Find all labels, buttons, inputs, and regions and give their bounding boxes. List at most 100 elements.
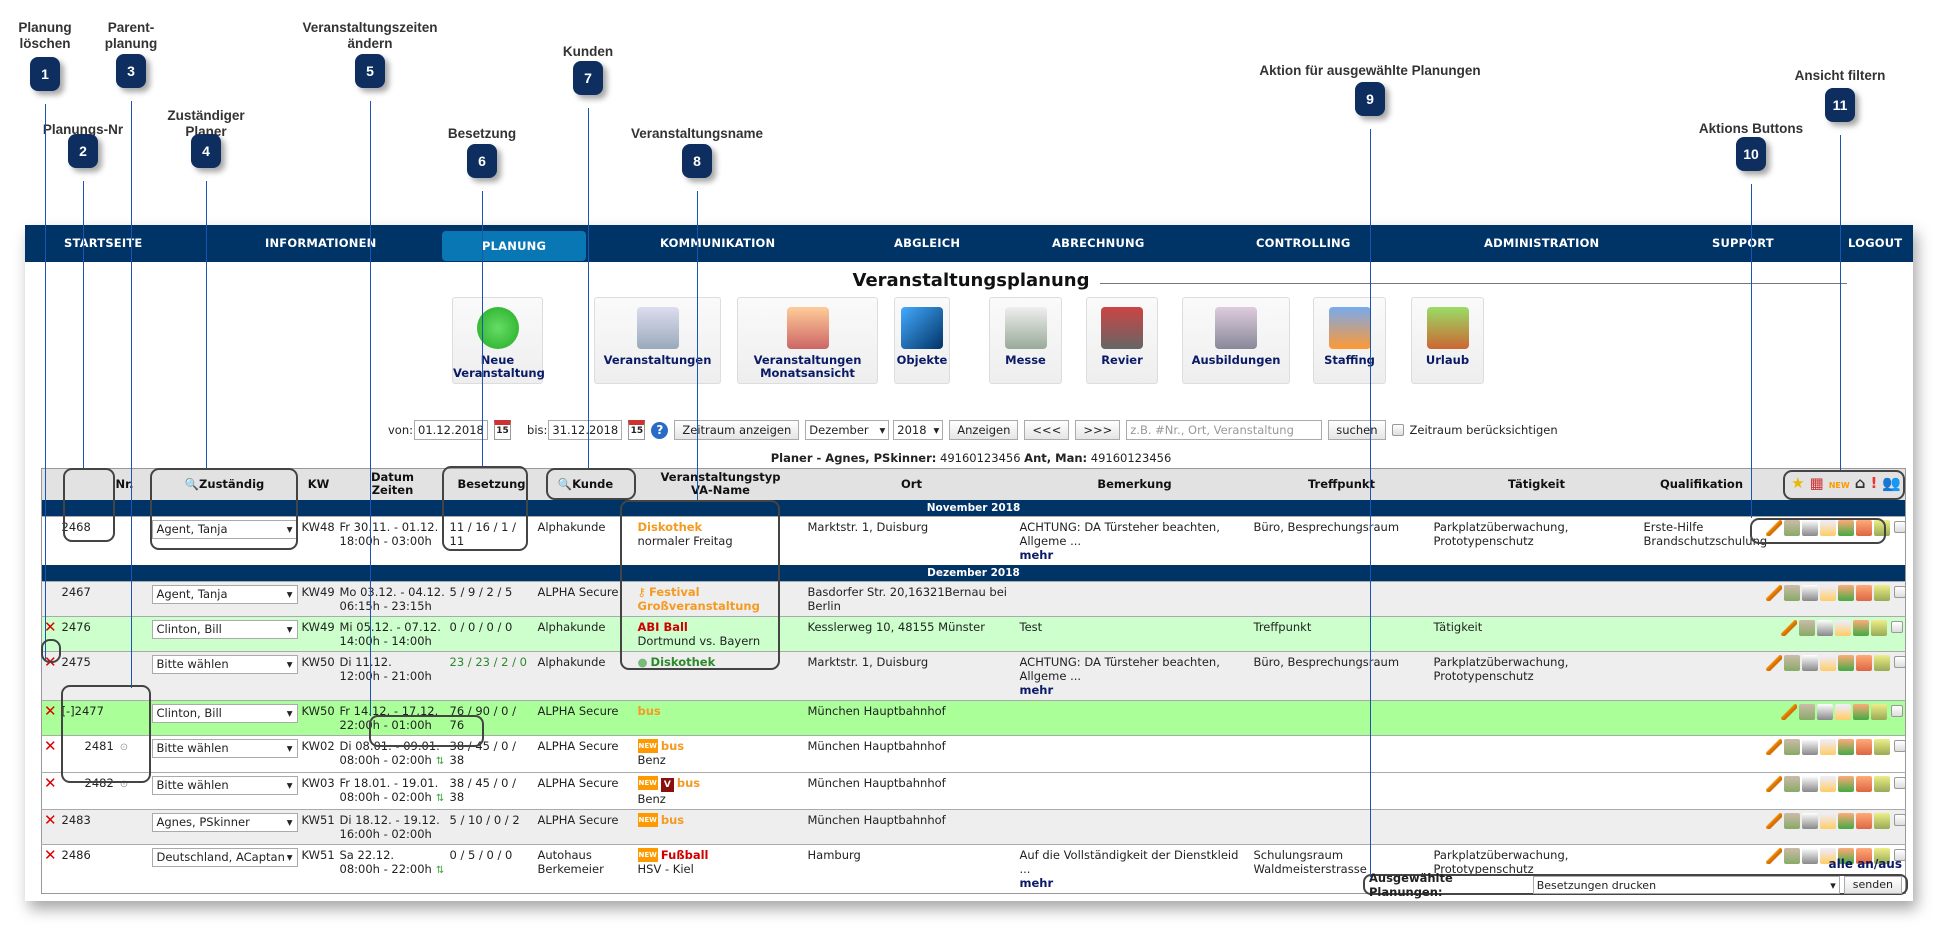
date-range[interactable]: Mo 03.12. - 04.12. [340,585,446,599]
row-select-checkbox[interactable] [1891,621,1903,633]
time-range[interactable]: 06:15h - 23:15h [340,599,446,613]
va-type[interactable]: ABI Ball [638,620,804,634]
star-icon[interactable]: ★ [1791,474,1804,492]
row-select-checkbox[interactable] [1891,705,1903,717]
tile-table[interactable]: Messe [989,297,1062,384]
planner-select[interactable]: Agent, Tanja ▾ [151,519,298,539]
va-type[interactable]: ⚷ Festival Großveranstaltung [638,585,804,613]
edit-icon[interactable] [1765,812,1782,829]
tile-house-tree[interactable]: Urlaub [1411,297,1484,384]
va-type[interactable]: bus [638,704,804,718]
nav-informationen[interactable]: INFORMATIONEN [265,236,376,250]
tile-book[interactable]: Ausbildungen [1182,297,1290,384]
calendar-icon[interactable]: 15 [494,420,512,440]
transfer-icon[interactable] [1783,738,1800,755]
sync-icon[interactable]: ⇅ [436,865,444,876]
nav-abgleich[interactable]: ABGLEICH [894,236,960,250]
time-range[interactable]: 22:00h - 01:00h [340,718,446,732]
prev-button[interactable]: <<< [1024,420,1070,440]
va-type[interactable]: Diskothek [638,520,804,534]
header-nr[interactable]: Nr. [59,468,150,500]
edit-icon[interactable] [1765,738,1782,755]
user-remove-icon[interactable] [1855,584,1872,601]
map-icon[interactable] [1873,775,1890,792]
chevron-down-icon[interactable]: ⊙ [120,742,128,753]
edit-icon[interactable] [1781,703,1797,720]
header-kunde[interactable]: 🔍Kunde [535,468,636,500]
va-type[interactable]: NEW Vbus [637,775,804,792]
search-icon[interactable]: 🔍 [185,477,199,491]
delete-icon[interactable]: ✕ [44,846,57,864]
tile-plus-circle[interactable]: Neue Veranstaltung [452,297,545,384]
time-range[interactable]: 14:00h - 14:00h [340,634,446,648]
edit-icon[interactable] [1765,584,1782,601]
info-icon[interactable] [1801,584,1818,601]
transfer-icon[interactable] [1783,654,1800,671]
document-icon[interactable] [1819,519,1836,536]
nav-support[interactable]: SUPPORT [1712,236,1774,250]
calendar-icon[interactable]: ▦ [1810,474,1824,492]
info-icon[interactable] [1801,775,1818,792]
planner-select[interactable]: Agent, Tanja ▾ [151,584,298,604]
toggle-all-link[interactable]: alle an/aus [1829,857,1902,871]
year-select[interactable]: 2018 ▾ [893,420,944,440]
zeitraum-checkbox[interactable] [1391,424,1404,436]
mehr-link[interactable]: mehr [1020,548,1250,562]
chevron-up-icon[interactable]: ⊙ [120,779,128,790]
planner-select[interactable]: Clinton, Bill ▾ [151,703,298,723]
nav-planung[interactable]: PLANUNG [442,231,587,261]
transfer-icon[interactable] [1783,775,1800,792]
mehr-link[interactable]: mehr [1020,876,1250,890]
edit-icon[interactable] [1765,654,1782,671]
time-range[interactable]: 12:00h - 21:00h [340,669,446,683]
transfer-icon[interactable] [1799,703,1815,720]
va-type[interactable]: NEW bus [637,738,804,753]
planning-nr[interactable]: [-]2477 [62,704,104,718]
user-add-icon[interactable] [1837,812,1854,829]
transfer-icon[interactable] [1799,619,1815,636]
map-icon[interactable] [1873,584,1890,601]
delete-icon[interactable]: ✕ [44,702,57,720]
delete-icon[interactable]: ✕ [44,774,57,792]
nav-controlling[interactable]: CONTROLLING [1256,236,1351,250]
row-select-checkbox[interactable] [1893,777,1906,789]
send-button[interactable]: senden [1843,875,1902,894]
sync-icon[interactable]: ⇅ [436,756,444,767]
planner-select[interactable]: Bitte wählen ▾ [151,738,298,758]
info-icon[interactable] [1817,703,1833,720]
tile-cube[interactable]: Objekte [894,297,950,384]
search-button[interactable]: suchen [1328,420,1386,440]
new-icon[interactable]: NEW [1829,481,1850,490]
date-range[interactable]: Mi 05.12. - 07.12. [340,620,446,634]
planner-select[interactable]: Bitte wählen ▾ [151,775,298,795]
transfer-icon[interactable] [1783,519,1800,536]
document-icon[interactable] [1819,654,1836,671]
bis-date-input[interactable]: 31.12.2018 [548,420,623,440]
document-icon[interactable] [1835,619,1851,636]
sync-icon[interactable]: ⇅ [436,793,444,804]
user-add-icon[interactable] [1853,703,1869,720]
document-icon[interactable] [1819,738,1836,755]
tile-staffing[interactable]: Staffing [1313,297,1386,384]
row-select-checkbox[interactable] [1893,740,1906,752]
user-add-icon[interactable] [1853,619,1869,636]
time-range[interactable]: 08:00h - 22:00h ⇅ [340,862,446,878]
user-remove-icon[interactable] [1855,775,1872,792]
map-icon[interactable] [1871,619,1887,636]
calendar-icon[interactable]: 15 [628,420,646,440]
nav-abrechnung[interactable]: ABRECHNUNG [1052,236,1144,250]
user-add-icon[interactable] [1837,654,1854,671]
nav-logout[interactable]: LOGOUT [1848,236,1902,250]
header-zustaendig[interactable]: 🔍Zuständig [149,468,300,500]
map-icon[interactable] [1873,654,1890,671]
map-icon[interactable] [1871,703,1887,720]
user-remove-icon[interactable] [1855,738,1872,755]
alert-icon[interactable]: ! [1870,474,1877,492]
transfer-icon[interactable] [1783,812,1800,829]
map-icon[interactable] [1873,738,1890,755]
info-icon[interactable] [1801,738,1818,755]
anzeigen-button[interactable]: Anzeigen [949,420,1019,440]
edit-icon[interactable] [1781,619,1797,636]
date-range[interactable]: Di 18.12. - 19.12. [340,813,446,827]
document-icon[interactable] [1819,775,1836,792]
